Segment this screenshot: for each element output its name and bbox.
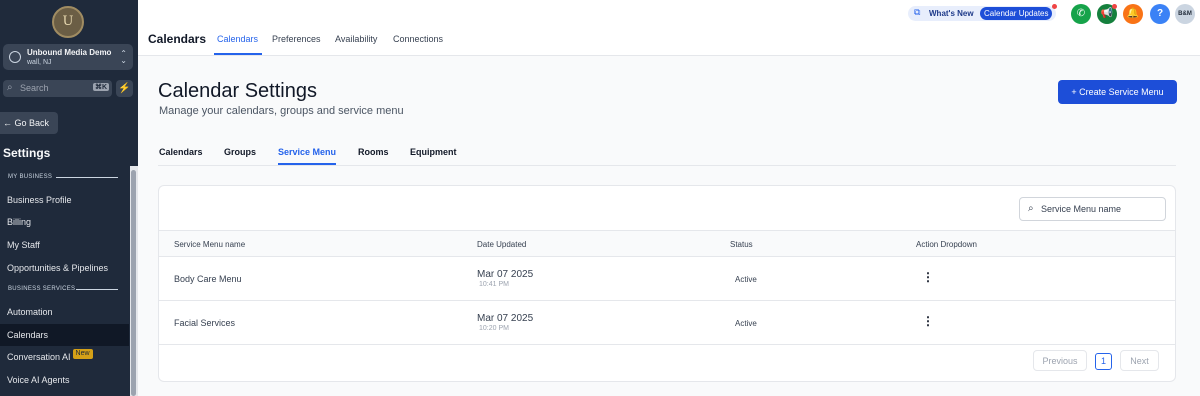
subtab-service-menu[interactable]: Service Menu — [278, 147, 336, 157]
service-menu-name[interactable]: Body Care Menu — [174, 274, 242, 284]
more-options-icon[interactable]: ⋮ — [922, 314, 934, 328]
create-service-menu-button[interactable]: + Create Service Menu — [1058, 80, 1177, 104]
sidebar-item-my-staff[interactable]: My Staff — [0, 234, 129, 256]
sidebar-item-label: Conversation AI — [7, 352, 71, 362]
table-row[interactable]: Facial Services Mar 07 2025 10:20 PM Act… — [159, 301, 1175, 345]
user-avatar[interactable]: B&M — [1175, 4, 1195, 24]
page-number-1[interactable]: 1 — [1095, 353, 1112, 370]
subtab-calendars[interactable]: Calendars — [159, 147, 203, 157]
more-options-icon[interactable]: ⋮ — [922, 270, 934, 284]
sidebar-item-opportunities[interactable]: Opportunities & Pipelines — [0, 257, 129, 279]
company-logo[interactable]: U — [52, 6, 84, 38]
table-row[interactable]: Body Care Menu Mar 07 2025 10:41 PM Acti… — [159, 257, 1175, 301]
announcement-icon: ⧉ — [914, 7, 921, 17]
sidebar-item-automation[interactable]: Automation — [0, 301, 129, 323]
sidebar-item-billing[interactable]: Billing — [0, 211, 129, 233]
previous-page-button[interactable]: Previous — [1033, 350, 1087, 371]
time-updated: 10:41 PM — [479, 281, 509, 288]
sidebar-item-business-profile[interactable]: Business Profile — [0, 189, 129, 211]
sidebar: U Unbound Media Demo wall, NJ ⌃ ⌄ ⌕ Searc… — [0, 0, 138, 396]
divider — [76, 289, 118, 290]
search-placeholder: Service Menu name — [1041, 204, 1122, 214]
chevron-updown-icon: ⌃ ⌄ — [120, 49, 127, 65]
service-menu-search-input[interactable]: ⌕ Service Menu name — [1019, 197, 1166, 221]
column-header-action[interactable]: Action Dropdown — [916, 240, 977, 249]
bell-icon[interactable]: 🔔 — [1123, 4, 1143, 24]
quick-actions-bolt-icon[interactable]: ⚡ — [116, 80, 133, 97]
service-menu-card: ⌕ Service Menu name Service Menu name Da… — [158, 185, 1176, 382]
sidebar-item-calendars[interactable]: Calendars — [0, 324, 129, 346]
date-updated: Mar 07 2025 — [477, 269, 534, 280]
column-header-status[interactable]: Status — [730, 240, 753, 249]
tab-preferences[interactable]: Preferences — [272, 34, 321, 44]
account-switcher[interactable]: Unbound Media Demo wall, NJ ⌃ ⌄ — [3, 44, 133, 70]
table-header: Service Menu name Date Updated Status Ac… — [159, 230, 1175, 257]
status-badge: Active — [735, 275, 757, 284]
subtab-equipment[interactable]: Equipment — [410, 147, 457, 157]
sidebar-item-conversation-ai[interactable]: Conversation AI New — [0, 346, 129, 368]
account-location: wall, NJ — [27, 59, 52, 66]
phone-icon[interactable]: ✆ — [1071, 4, 1091, 24]
page-subtitle: Manage your calendars, groups and servic… — [159, 105, 404, 117]
sidebar-search[interactable]: ⌕ Search ⌘K — [3, 80, 112, 97]
sidebar-scrollbar-thumb[interactable] — [131, 170, 136, 396]
search-icon: ⌕ — [1028, 203, 1034, 214]
date-updated: Mar 07 2025 — [477, 313, 534, 324]
section-label-business-services: BUSINESS SERVICES — [8, 286, 76, 292]
page-title: Calendar Settings — [158, 80, 317, 102]
subtab-rooms[interactable]: Rooms — [358, 147, 389, 157]
service-menu-name[interactable]: Facial Services — [174, 318, 235, 328]
status-badge: Active — [735, 319, 757, 328]
tab-calendars[interactable]: Calendars — [217, 34, 258, 44]
settings-title: Settings — [3, 146, 51, 160]
search-shortcut: ⌘K — [92, 83, 109, 91]
notification-dot — [1112, 4, 1117, 9]
time-updated: 10:20 PM — [479, 325, 509, 332]
megaphone-icon[interactable]: 📢 — [1097, 4, 1117, 24]
divider — [56, 177, 118, 178]
tabs-divider — [158, 165, 1176, 166]
account-name: Unbound Media Demo — [27, 48, 112, 57]
app-title: Calendars — [148, 32, 207, 46]
whats-new-button[interactable]: ⧉ What's New Calendar Updates — [908, 4, 1057, 21]
active-tab-indicator — [214, 53, 262, 55]
calendar-updates-pill[interactable]: Calendar Updates — [980, 7, 1053, 20]
go-back-button[interactable]: ← Go Back — [0, 112, 58, 134]
top-bar: Calendars Calendars Preferences Availabi… — [138, 0, 1200, 56]
search-icon: ⌕ — [7, 82, 13, 93]
tab-availability[interactable]: Availability — [335, 34, 377, 44]
tab-connections[interactable]: Connections — [393, 34, 443, 44]
column-header-name[interactable]: Service Menu name — [174, 240, 245, 249]
column-header-date[interactable]: Date Updated — [477, 240, 526, 249]
search-placeholder: Search — [20, 83, 49, 93]
location-icon — [9, 51, 21, 63]
next-page-button[interactable]: Next — [1120, 350, 1159, 371]
whats-new-label: What's New — [929, 9, 974, 18]
section-label-my-business: MY BUSINESS — [8, 174, 53, 180]
new-badge: New — [72, 349, 93, 359]
notification-dot — [1052, 4, 1057, 9]
sidebar-item-voice-ai-agents[interactable]: Voice AI Agents — [0, 369, 129, 391]
help-icon[interactable]: ? — [1150, 4, 1170, 24]
subtab-groups[interactable]: Groups — [224, 147, 256, 157]
